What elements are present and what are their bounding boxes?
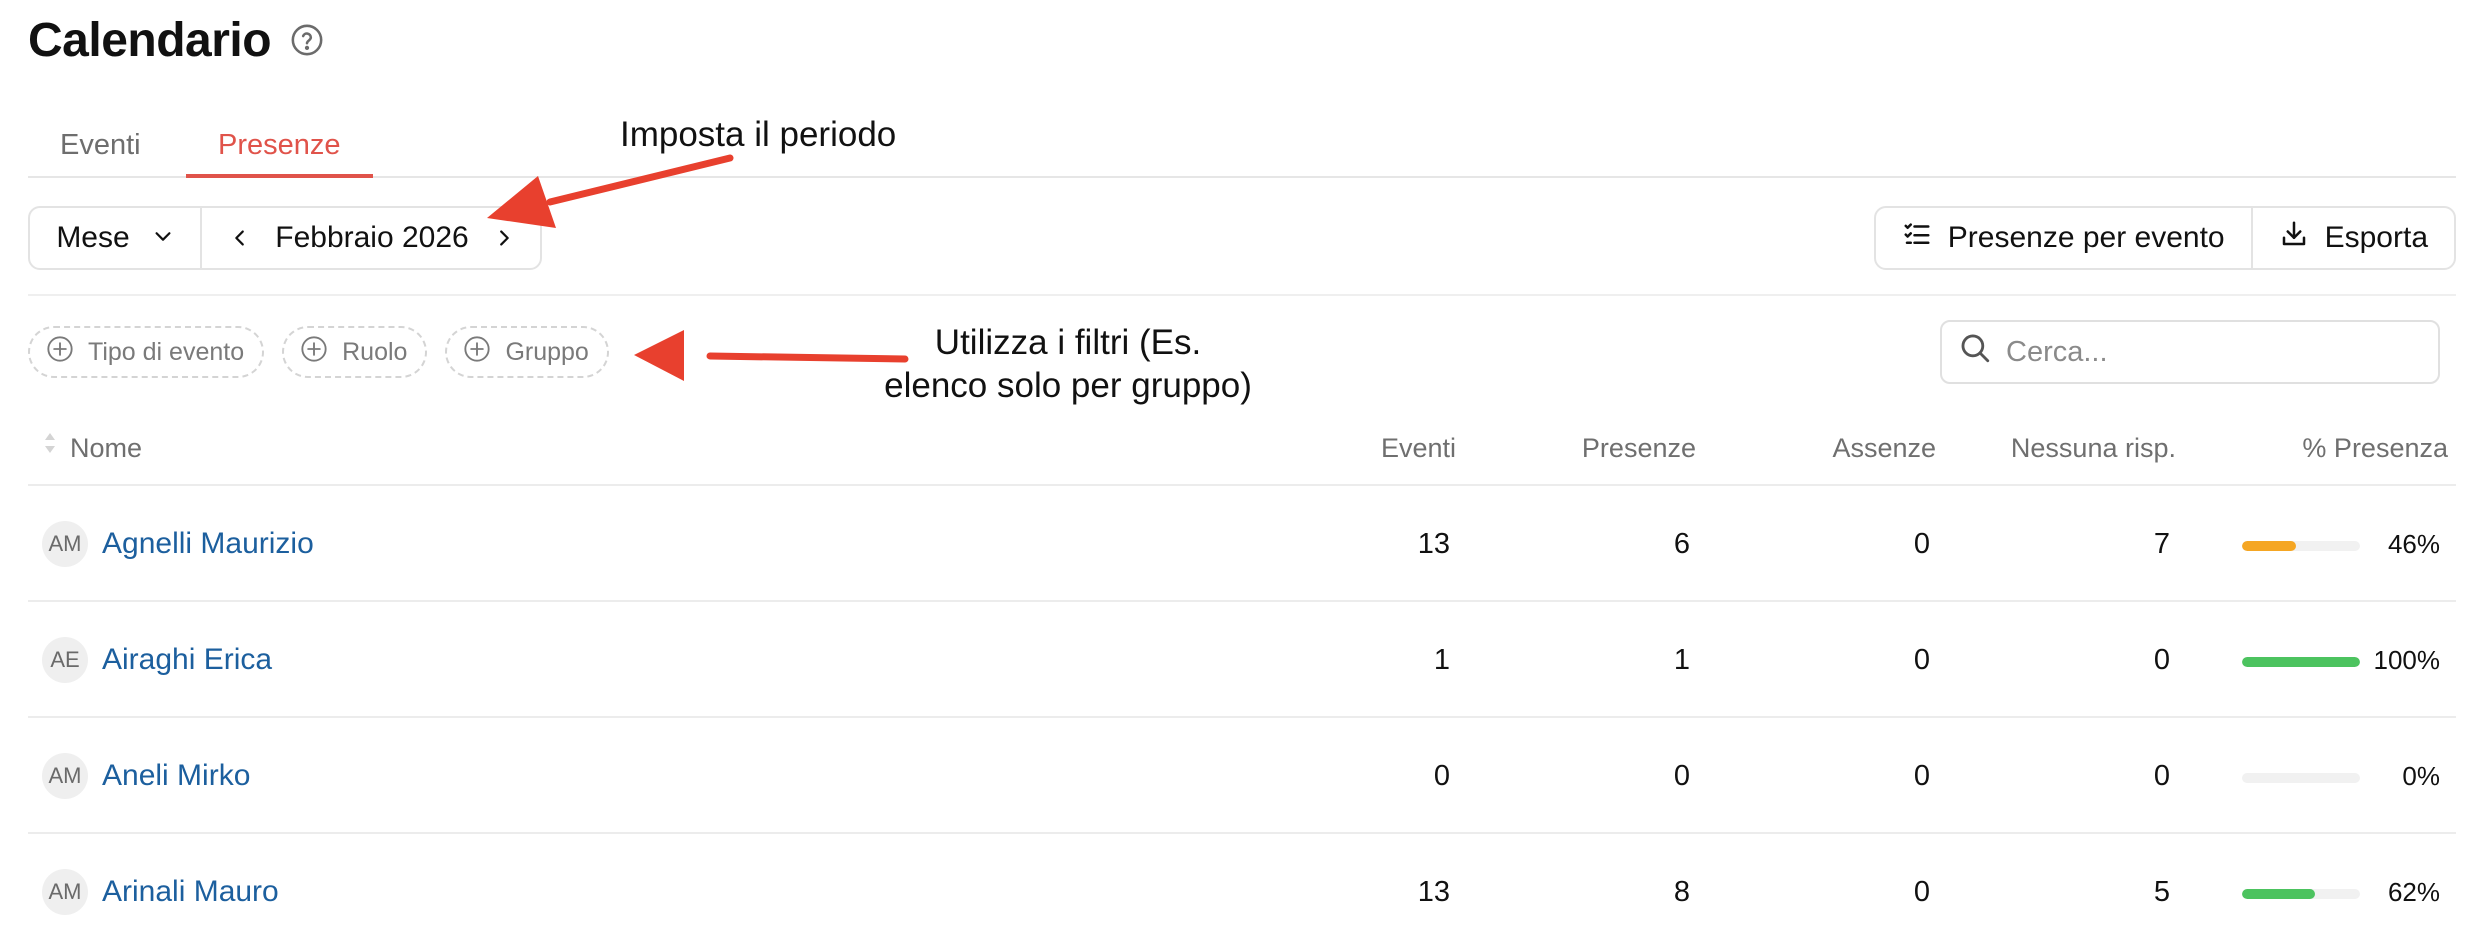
plus-circle-icon <box>46 335 74 370</box>
attendance-table: Nome Eventi Presenze Assenze Nessuna ris… <box>28 410 2456 946</box>
tab-presenze[interactable]: Presenze <box>186 122 373 178</box>
cell-percent-presenza: 0% <box>2402 761 2440 791</box>
sort-icon <box>42 410 58 486</box>
cell-assenze: 0 <box>1913 644 1930 676</box>
arrow-filters-head <box>634 330 684 381</box>
cell-nessuna-risposta: 0 <box>2153 644 2170 676</box>
filter-tipo-di-evento[interactable]: Tipo di evento <box>28 326 265 378</box>
column-label: Nome <box>70 433 143 463</box>
tab-bar: Eventi Presenze <box>28 112 2456 178</box>
tab-eventi[interactable]: Eventi <box>28 122 173 178</box>
presence-progress-fill <box>2242 657 2360 667</box>
cell-percent-presenza: 46% <box>2387 529 2440 559</box>
arrow-filters-shaft <box>706 352 909 363</box>
table-row: AE Airaghi Erica 1 1 0 0 100% <box>28 602 2456 718</box>
cell-presenze: 6 <box>1673 528 1690 560</box>
presence-progress-bar <box>2242 657 2360 667</box>
plus-circle-icon <box>463 335 491 370</box>
chevron-down-icon <box>152 221 174 255</box>
table-row: AM Aneli Mirko 0 0 0 0 0% <box>28 718 2456 834</box>
cell-nessuna-risposta: 7 <box>2153 528 2170 560</box>
avatar: AM <box>42 869 88 915</box>
chevron-right-icon[interactable] <box>488 218 520 258</box>
plus-circle-icon <box>300 335 328 370</box>
person-name-link[interactable]: Agnelli Maurizio <box>102 529 314 559</box>
cell-presenze: 8 <box>1673 876 1690 908</box>
presence-progress-fill <box>2242 541 2297 551</box>
cell-assenze: 0 <box>1913 528 1930 560</box>
filter-label: Ruolo <box>342 337 408 366</box>
question-circle-icon[interactable] <box>289 22 325 58</box>
cell-presenze: 0 <box>1673 760 1690 792</box>
cell-assenze: 0 <box>1913 760 1930 792</box>
divider <box>28 294 2456 296</box>
period-mode-label: Mese <box>56 221 130 254</box>
page-header: Calendario <box>28 10 325 70</box>
avatar: AM <box>42 753 88 799</box>
cell-nome: AE Airaghi Erica <box>42 602 272 718</box>
annotation-period: Imposta il periodo <box>620 115 897 154</box>
search-placeholder: Cerca... <box>2006 335 2108 368</box>
presence-progress-fill <box>2242 889 2316 899</box>
current-period: Febbraio 2026 <box>275 221 469 254</box>
period-selector: Mese Febbraio 2026 <box>28 206 542 270</box>
cell-nessuna-risposta: 0 <box>2153 760 2170 792</box>
filter-label: Tipo di evento <box>88 337 245 366</box>
search-icon <box>1958 331 1992 373</box>
download-icon <box>2279 219 2309 257</box>
table-row: AM Arinali Mauro 13 8 0 5 62% <box>28 834 2456 946</box>
column-nome[interactable]: Nome <box>42 410 142 486</box>
esporta-button[interactable]: Esporta <box>2250 208 2454 268</box>
filter-bar: Tipo di evento Ruolo Gruppo <box>28 326 609 378</box>
avatar: AE <box>42 637 88 683</box>
cell-presenze: 1 <box>1673 644 1690 676</box>
filter-ruolo[interactable]: Ruolo <box>282 326 428 378</box>
person-name-link[interactable]: Aneli Mirko <box>102 761 250 791</box>
column-percent-presenza[interactable]: % Presenza <box>2302 410 2448 486</box>
period-mode-dropdown[interactable]: Mese <box>30 208 202 268</box>
column-assenze[interactable]: Assenze <box>1832 410 1936 486</box>
presence-progress-bar <box>2242 773 2360 783</box>
table-header: Nome Eventi Presenze Assenze Nessuna ris… <box>28 410 2456 486</box>
cell-nome: AM Agnelli Maurizio <box>42 486 314 602</box>
cell-eventi: 13 <box>1417 528 1450 560</box>
annotation-filters-line1: Utilizza i filtri (Es. <box>934 323 1202 362</box>
presence-progress-bar <box>2242 541 2360 551</box>
period-navigation: Febbraio 2026 <box>202 208 540 268</box>
table-row: AM Agnelli Maurizio 13 6 0 7 46% <box>28 486 2456 602</box>
cell-eventi: 13 <box>1417 876 1450 908</box>
cell-eventi: 1 <box>1433 644 1450 676</box>
presence-progress-bar <box>2242 889 2360 899</box>
filter-gruppo[interactable]: Gruppo <box>445 326 609 378</box>
action-group: Presenze per evento Esporta <box>1873 206 2456 270</box>
annotation-filters: Utilizza i filtri (Es. elenco solo per g… <box>878 322 1258 407</box>
column-presenze[interactable]: Presenze <box>1582 410 1696 486</box>
cell-nome: AM Aneli Mirko <box>42 718 250 834</box>
person-name-link[interactable]: Airaghi Erica <box>102 645 272 675</box>
person-name-link[interactable]: Arinali Mauro <box>102 877 279 907</box>
checklist-icon <box>1902 219 1932 257</box>
cell-nessuna-risposta: 5 <box>2153 876 2170 908</box>
cell-percent-presenza: 62% <box>2387 877 2440 907</box>
presenze-per-evento-button[interactable]: Presenze per evento <box>1876 208 2251 268</box>
search-input[interactable]: Cerca... <box>1940 320 2440 384</box>
chevron-left-icon[interactable] <box>224 218 256 258</box>
esporta-label: Esporta <box>2324 221 2428 254</box>
page-title: Calendario <box>28 13 272 67</box>
cell-nome: AM Arinali Mauro <box>42 834 279 946</box>
cell-percent-presenza: 100% <box>2373 645 2441 675</box>
column-eventi[interactable]: Eventi <box>1381 410 1456 486</box>
annotation-filters-line2: elenco solo per gruppo) <box>884 365 1252 405</box>
presenze-per-evento-label: Presenze per evento <box>1947 221 2225 254</box>
cell-eventi: 0 <box>1433 760 1450 792</box>
cell-assenze: 0 <box>1913 876 1930 908</box>
filter-label: Gruppo <box>505 337 589 366</box>
column-nessuna-risposta[interactable]: Nessuna risp. <box>2011 410 2176 486</box>
avatar: AM <box>42 521 88 567</box>
